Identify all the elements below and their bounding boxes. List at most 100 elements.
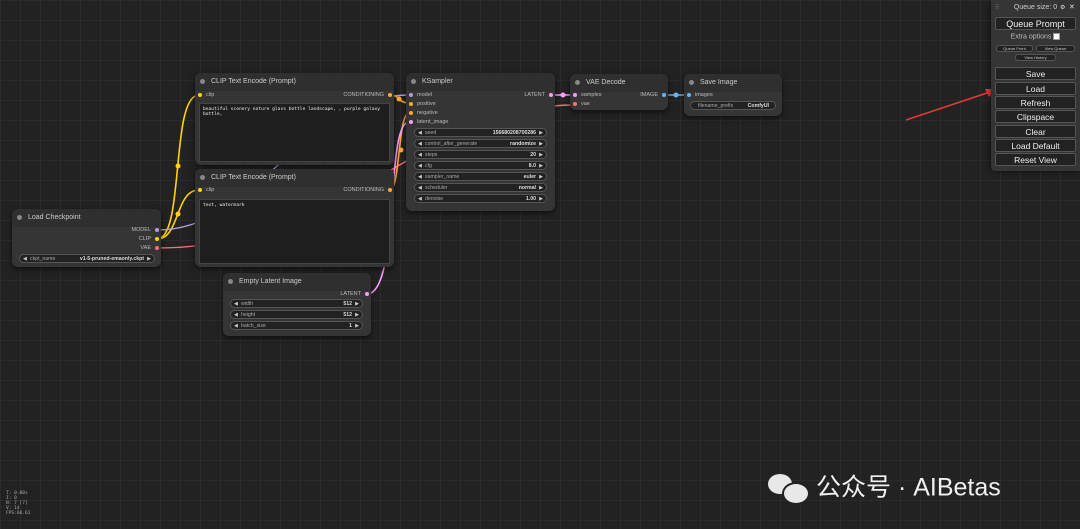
- output-image[interactable]: IMAGE: [640, 90, 666, 100]
- collapse-dot-icon[interactable]: [17, 215, 22, 220]
- view-queue-button[interactable]: View Queue: [1036, 45, 1075, 52]
- annotation-arrow: [905, 91, 991, 121]
- arrow-left-icon[interactable]: ◀: [418, 151, 422, 160]
- slot-dot-icon: [409, 111, 413, 115]
- widget-filename-prefix[interactable]: filename_prefix ComfyUI: [690, 101, 776, 110]
- wire-clip-pos: [156, 94, 200, 240]
- collapse-dot-icon[interactable]: [575, 80, 580, 85]
- arrow-left-icon[interactable]: ◀: [234, 322, 238, 331]
- arrow-left-icon[interactable]: ◀: [234, 300, 238, 309]
- node-vae-decode[interactable]: VAE Decode samples vae IMAGE: [570, 74, 668, 110]
- arrow-right-icon[interactable]: ▶: [539, 151, 543, 160]
- collapse-dot-icon[interactable]: [228, 279, 233, 284]
- slot-dot-icon: [662, 93, 666, 97]
- prompt-textarea[interactable]: beautiful scenery nature glass bottle la…: [199, 103, 390, 162]
- arrow-left-icon[interactable]: ◀: [418, 184, 422, 193]
- widget-sampler-name[interactable]: ◀ sampler_name euler ▶: [414, 172, 547, 181]
- extra-options[interactable]: Extra options: [991, 33, 1080, 40]
- collapse-dot-icon[interactable]: [200, 175, 205, 180]
- arrow-left-icon[interactable]: ◀: [418, 195, 422, 204]
- slot-dot-icon: [549, 93, 553, 97]
- widget-scheduler[interactable]: ◀ scheduler normal ▶: [414, 183, 547, 192]
- arrow-left-icon[interactable]: ◀: [418, 173, 422, 182]
- arrow-right-icon[interactable]: ▶: [539, 184, 543, 193]
- queue-panel: ⠿ Queue size: 0 ⚙ ✕ Queue Prompt Extra o…: [991, 0, 1080, 171]
- queue-prompt-button[interactable]: Queue Prompt: [995, 17, 1076, 30]
- arrow-right-icon[interactable]: ▶: [539, 173, 543, 182]
- slot-dot-icon: [155, 228, 159, 232]
- slot-dot-icon: [155, 246, 159, 250]
- slot-dot-icon: [198, 93, 202, 97]
- prompt-textarea[interactable]: text, watermark: [199, 199, 390, 264]
- node-clip-text-encode-negative[interactable]: CLIP Text Encode (Prompt) clip CONDITION…: [195, 169, 394, 267]
- arrow-left-icon[interactable]: ◀: [418, 162, 422, 171]
- watermark: 公众号 · AIBetas: [768, 470, 1001, 506]
- refresh-button[interactable]: Refresh: [995, 96, 1076, 109]
- collapse-dot-icon[interactable]: [411, 79, 416, 84]
- node-save-image[interactable]: Save Image images filename_prefix ComfyUI: [684, 74, 782, 116]
- clipspace-button[interactable]: Clipspace: [995, 110, 1076, 123]
- collapse-dot-icon[interactable]: [689, 80, 694, 85]
- save-button[interactable]: Save: [995, 67, 1076, 80]
- widget-width[interactable]: ◀ width 512 ▶: [230, 299, 363, 308]
- node-ksampler[interactable]: KSampler model positive negative latent_…: [406, 73, 555, 211]
- slot-dot-icon: [365, 292, 369, 296]
- widget-seed[interactable]: ◀ seed 156680208700286 ▶: [414, 128, 547, 137]
- gear-icon[interactable]: ⚙: [1060, 4, 1065, 11]
- input-vae[interactable]: vae: [573, 99, 590, 109]
- arrow-right-icon[interactable]: ▶: [539, 195, 543, 204]
- output-vae[interactable]: VAE: [140, 243, 159, 253]
- slot-dot-icon: [198, 188, 202, 192]
- widget-cfg[interactable]: ◀ cfg 8.0 ▶: [414, 161, 547, 170]
- arrow-right-icon[interactable]: ▶: [147, 255, 151, 264]
- arrow-left-icon[interactable]: ◀: [418, 129, 422, 138]
- arrow-right-icon[interactable]: ▶: [539, 129, 543, 138]
- slot-dot-icon: [573, 93, 577, 97]
- load-default-button[interactable]: Load Default: [995, 139, 1076, 152]
- output-latent[interactable]: LATENT: [340, 289, 369, 299]
- slot-dot-icon: [388, 188, 392, 192]
- widget-steps[interactable]: ◀ steps 20 ▶: [414, 150, 547, 159]
- node-title[interactable]: KSampler: [406, 73, 555, 91]
- slot-dot-icon: [155, 237, 159, 241]
- arrow-right-icon[interactable]: ▶: [355, 322, 359, 331]
- output-conditioning[interactable]: CONDITIONING: [343, 185, 392, 195]
- widget-ckpt-name[interactable]: ◀ ckpt_name v1-5-pruned-emaonly.ckpt ▶: [19, 254, 155, 263]
- wechat-icon: [768, 472, 810, 506]
- arrow-right-icon[interactable]: ▶: [355, 311, 359, 320]
- view-history-button[interactable]: View History: [1015, 54, 1056, 61]
- arrow-right-icon[interactable]: ▶: [539, 140, 543, 149]
- widget-denoise[interactable]: ◀ denoise 1.00 ▶: [414, 194, 547, 203]
- widget-control-after-generate[interactable]: ◀ control_after_generate randomize ▶: [414, 139, 547, 148]
- input-images[interactable]: images: [687, 90, 713, 100]
- arrow-left-icon[interactable]: ◀: [234, 311, 238, 320]
- node-clip-text-encode-positive[interactable]: CLIP Text Encode (Prompt) clip CONDITION…: [195, 73, 394, 165]
- extra-options-checkbox[interactable]: [1053, 33, 1061, 40]
- slot-dot-icon: [409, 120, 413, 124]
- clear-button[interactable]: Clear: [995, 125, 1076, 138]
- input-latent-image[interactable]: latent_image: [409, 117, 449, 127]
- node-empty-latent-image[interactable]: Empty Latent Image LATENT ◀ width 512 ▶ ◀ he…: [223, 273, 371, 336]
- widget-batch-size[interactable]: ◀ batch_size 1 ▶: [230, 321, 363, 330]
- reset-view-button[interactable]: Reset View: [995, 153, 1076, 166]
- slot-dot-icon: [388, 93, 392, 97]
- render-stats: T: 0.00s I: 0 N: 7 [7] V: 14 FPS:60.61: [6, 491, 31, 516]
- widget-height[interactable]: ◀ height 512 ▶: [230, 310, 363, 319]
- arrow-left-icon[interactable]: ◀: [418, 140, 422, 149]
- queue-front-button[interactable]: Queue Front: [996, 45, 1033, 52]
- arrow-right-icon[interactable]: ▶: [355, 300, 359, 309]
- arrow-right-icon[interactable]: ▶: [539, 162, 543, 171]
- node-load-checkpoint[interactable]: Load Checkpoint MODEL CLIP VAE ◀ ckpt_na…: [12, 209, 161, 267]
- output-latent[interactable]: LATENT: [524, 90, 553, 100]
- slot-dot-icon: [409, 102, 413, 106]
- input-clip[interactable]: clip: [198, 185, 214, 195]
- collapse-dot-icon[interactable]: [200, 79, 205, 84]
- input-clip[interactable]: clip: [198, 90, 214, 100]
- arrow-left-icon[interactable]: ◀: [23, 255, 27, 264]
- load-button[interactable]: Load: [995, 82, 1076, 95]
- slot-dot-icon: [409, 93, 413, 97]
- close-icon[interactable]: ✕: [1069, 3, 1075, 11]
- node-title[interactable]: CLIP Text Encode (Prompt): [195, 73, 394, 91]
- output-conditioning[interactable]: CONDITIONING: [343, 90, 392, 100]
- wire-clip-neg: [156, 189, 200, 240]
